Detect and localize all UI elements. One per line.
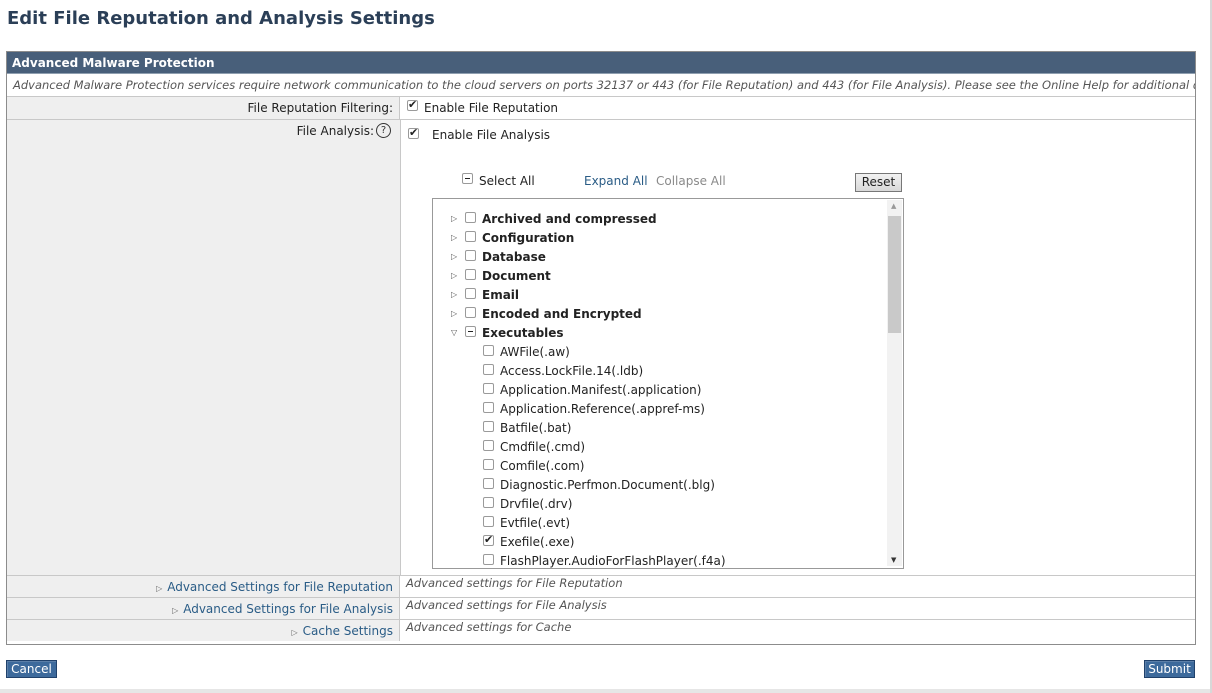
file-type-checkbox[interactable] bbox=[483, 383, 494, 394]
page-title: Edit File Reputation and Analysis Settin… bbox=[7, 8, 435, 29]
category-checkbox[interactable] bbox=[465, 231, 476, 242]
advanced-file-analysis-label[interactable]: ▷ Advanced Settings for File Analysis bbox=[7, 598, 400, 619]
category-checkbox[interactable] bbox=[465, 307, 476, 318]
file-reputation-value: Enable File Reputation bbox=[401, 97, 1195, 119]
advanced-file-reputation-link[interactable]: Advanced Settings for File Reputation bbox=[167, 580, 393, 594]
panel-description: Advanced Malware Protection services req… bbox=[7, 74, 1195, 97]
file-type-label[interactable]: Access.LockFile.14(.ldb) bbox=[500, 364, 643, 378]
file-type-tree[interactable]: ▷ Archived and compressed ▷ Configuration ▷ D… bbox=[432, 198, 904, 569]
cache-settings-label[interactable]: ▷ Cache Settings bbox=[7, 620, 400, 641]
file-type-checkbox[interactable] bbox=[483, 516, 494, 527]
submit-button[interactable]: Submit bbox=[1144, 660, 1195, 678]
cancel-button[interactable]: Cancel bbox=[6, 660, 57, 678]
triangle-down-icon[interactable]: ▽ bbox=[451, 328, 457, 337]
file-type-checkbox[interactable] bbox=[483, 554, 494, 565]
category-checkbox[interactable] bbox=[465, 250, 476, 261]
file-type-checkbox[interactable] bbox=[483, 421, 494, 432]
file-type-label[interactable]: FlashPlayer.AudioForFlashPlayer(.f4a) bbox=[500, 554, 726, 568]
file-type-label[interactable]: Application.Reference(.appref-ms) bbox=[500, 402, 705, 416]
enable-file-reputation-checkbox[interactable] bbox=[407, 98, 418, 111]
reset-button[interactable]: Reset bbox=[855, 173, 902, 192]
advanced-file-reputation-label[interactable]: ▷ Advanced Settings for File Reputation bbox=[7, 576, 400, 597]
collapse-all-link[interactable]: Collapse All bbox=[656, 174, 726, 188]
triangle-right-icon: ▷ bbox=[156, 584, 163, 593]
category-checkbox[interactable] bbox=[465, 288, 476, 299]
file-type-label[interactable]: Batfile(.bat) bbox=[500, 421, 571, 435]
file-type-checkbox[interactable] bbox=[483, 402, 494, 413]
amp-settings-panel: Advanced Malware Protection Advanced Mal… bbox=[6, 51, 1196, 645]
triangle-right-icon[interactable]: ▷ bbox=[451, 233, 457, 242]
enable-file-reputation-label[interactable]: Enable File Reputation bbox=[424, 101, 558, 115]
category-label[interactable]: Email bbox=[482, 288, 519, 302]
file-analysis-label: File Analysis: ? bbox=[7, 120, 401, 575]
file-type-label[interactable]: Comfile(.com) bbox=[500, 459, 585, 473]
advanced-file-analysis-value: Advanced settings for File Analysis bbox=[406, 598, 607, 612]
category-label[interactable]: Configuration bbox=[482, 231, 574, 245]
help-icon[interactable]: ? bbox=[376, 123, 391, 138]
triangle-right-icon[interactable]: ▷ bbox=[451, 252, 457, 261]
scroll-up-icon[interactable]: ▲ bbox=[891, 202, 896, 210]
enable-file-analysis-checkbox[interactable] bbox=[408, 126, 419, 139]
triangle-right-icon[interactable]: ▷ bbox=[451, 309, 457, 318]
expand-all-link[interactable]: Expand All bbox=[584, 174, 648, 188]
file-reputation-label-text: File Reputation Filtering: bbox=[247, 101, 393, 115]
category-label[interactable]: Executables bbox=[482, 326, 564, 340]
triangle-right-icon[interactable]: ▷ bbox=[451, 214, 457, 223]
triangle-right-icon[interactable]: ▷ bbox=[451, 271, 457, 280]
category-checkbox[interactable] bbox=[465, 212, 476, 223]
cache-settings-value: Advanced settings for Cache bbox=[406, 620, 572, 634]
file-type-label[interactable]: Evtfile(.evt) bbox=[500, 516, 570, 530]
scrollbar-thumb[interactable] bbox=[888, 216, 901, 333]
triangle-right-icon[interactable]: ▷ bbox=[451, 290, 457, 299]
cache-settings-link[interactable]: Cache Settings bbox=[303, 624, 393, 638]
file-type-checkbox[interactable] bbox=[483, 364, 494, 375]
category-label[interactable]: Document bbox=[482, 269, 551, 283]
advanced-file-analysis-row: ▷ Advanced Settings for File Analysis Adv… bbox=[7, 598, 1195, 620]
file-type-label[interactable]: Diagnostic.Perfmon.Document(.blg) bbox=[500, 478, 715, 492]
panel-header: Advanced Malware Protection bbox=[7, 52, 1195, 74]
page: Edit File Reputation and Analysis Settin… bbox=[0, 0, 1210, 689]
file-analysis-label-text: File Analysis: bbox=[296, 124, 374, 138]
select-all-checkbox[interactable] bbox=[462, 173, 473, 184]
scroll-down-icon[interactable]: ▼ bbox=[891, 556, 896, 564]
file-type-label[interactable]: AWFile(.aw) bbox=[500, 345, 570, 359]
triangle-right-icon: ▷ bbox=[291, 628, 298, 637]
triangle-right-icon: ▷ bbox=[172, 606, 179, 615]
file-type-checkbox[interactable] bbox=[483, 533, 494, 546]
file-type-label[interactable]: Application.Manifest(.application) bbox=[500, 383, 701, 397]
file-type-label[interactable]: Drvfile(.drv) bbox=[500, 497, 572, 511]
category-checkbox[interactable] bbox=[465, 269, 476, 280]
advanced-file-analysis-link[interactable]: Advanced Settings for File Analysis bbox=[183, 602, 393, 616]
file-reputation-label: File Reputation Filtering: bbox=[7, 97, 400, 119]
tree-scrollbar[interactable]: ▲ ▼ bbox=[887, 200, 902, 566]
file-type-checkbox[interactable] bbox=[483, 497, 494, 508]
advanced-file-reputation-value: Advanced settings for File Reputation bbox=[406, 576, 623, 590]
file-type-checkbox[interactable] bbox=[483, 478, 494, 489]
file-type-checkbox[interactable] bbox=[483, 440, 494, 451]
category-label[interactable]: Archived and compressed bbox=[482, 212, 657, 226]
category-label[interactable]: Encoded and Encrypted bbox=[482, 307, 642, 321]
enable-file-analysis-label[interactable]: Enable File Analysis bbox=[432, 128, 550, 142]
file-type-label[interactable]: Cmdfile(.cmd) bbox=[500, 440, 585, 454]
cache-settings-row: ▷ Cache Settings Advanced settings for Ca… bbox=[7, 620, 1195, 641]
file-type-checkbox[interactable] bbox=[483, 345, 494, 356]
file-reputation-row: File Reputation Filtering: Enable File R… bbox=[7, 97, 1195, 120]
file-type-label[interactable]: Exefile(.exe) bbox=[500, 535, 574, 549]
advanced-file-reputation-row: ▷ Advanced Settings for File Reputation A… bbox=[7, 576, 1195, 598]
category-label[interactable]: Database bbox=[482, 250, 546, 264]
file-type-checkbox[interactable] bbox=[483, 459, 494, 470]
select-all-label[interactable]: Select All bbox=[479, 174, 535, 188]
category-checkbox[interactable] bbox=[465, 326, 476, 337]
